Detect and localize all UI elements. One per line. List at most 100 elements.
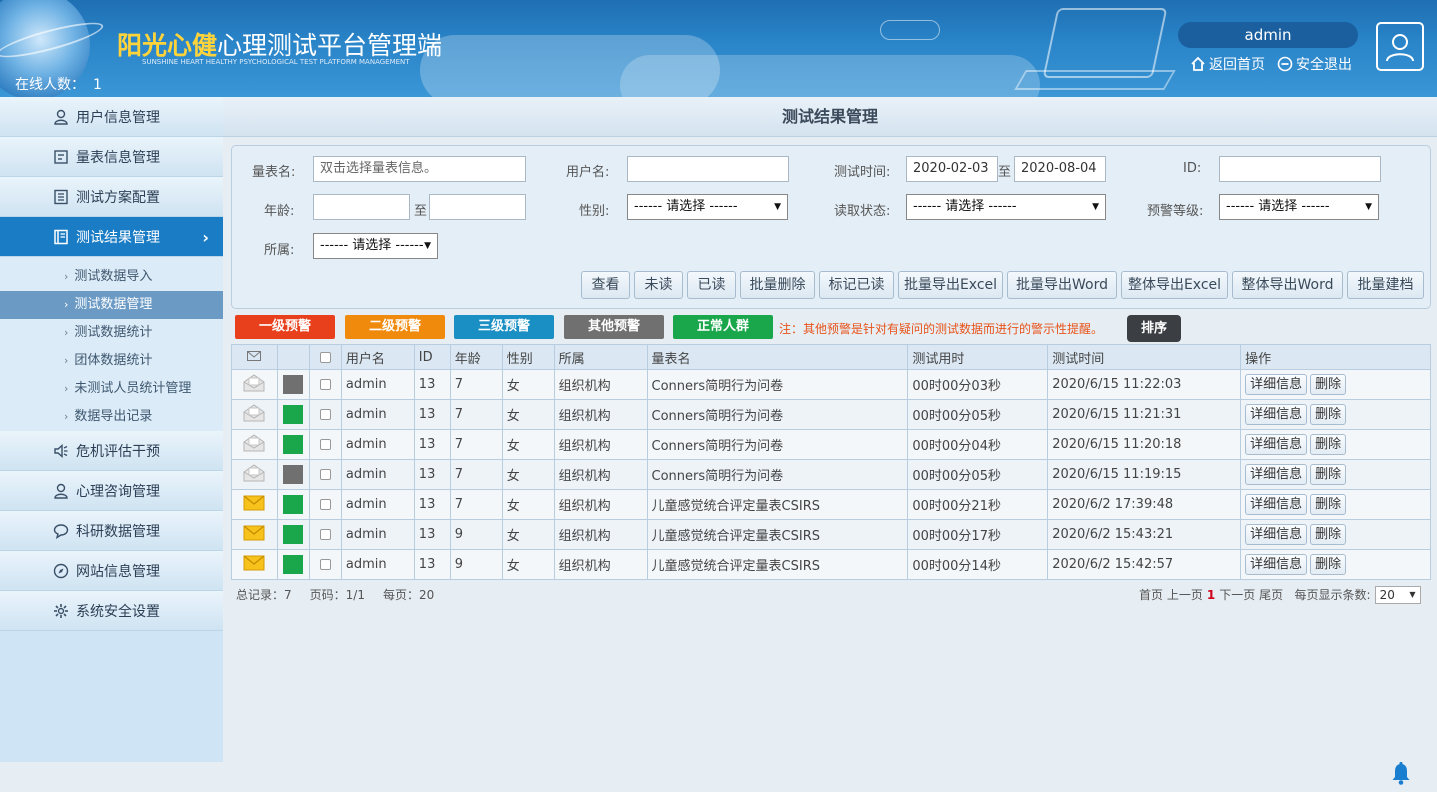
delete-button[interactable]: 删除 [1310,554,1347,575]
table-row[interactable]: admin 13 7 女组织机构 Conners简明行为问卷 00时00分05秒 2020/… [231,459,1431,490]
bell-icon[interactable] [1390,762,1412,786]
page-size-select[interactable]: 20 [1374,586,1421,604]
sidebar-item-test-results[interactable]: 测试结果管理 › [0,217,223,257]
row-checkbox[interactable] [319,379,331,390]
batch-archive-button[interactable]: 批量建档 [1347,271,1424,299]
warning-level-select[interactable]: ------ 请选择 ------ [1219,194,1379,220]
tag-normal[interactable]: 正常人群 [673,315,773,339]
read-button[interactable]: 已读 [687,271,736,299]
select-all-checkbox[interactable] [319,351,331,363]
checkbox-cell[interactable] [308,489,342,520]
delete-button[interactable]: 删除 [1310,374,1347,395]
checkbox-cell[interactable] [308,369,342,400]
all-export-word-button[interactable]: 整体导出Word [1232,271,1343,299]
date-to-input[interactable]: 2020-08-04 [1014,156,1106,182]
mark-read-button[interactable]: 标记已读 [819,271,894,299]
delete-button[interactable]: 删除 [1310,464,1347,485]
sidebar-item-user-info[interactable]: 用户信息管理 [0,97,223,137]
detail-button[interactable]: 详细信息 [1245,494,1308,515]
row-checkbox[interactable] [319,409,331,420]
delete-button[interactable]: 删除 [1310,524,1347,545]
tag-level3-warning[interactable]: 三级预警 [454,315,554,339]
sidebar-item-website[interactable]: 网站信息管理 [0,551,223,591]
delete-button[interactable]: 删除 [1310,404,1347,425]
row-checkbox[interactable] [319,469,331,480]
compass-icon [52,562,70,580]
date-from-input[interactable]: 2020-02-03 [906,156,998,182]
age-to-input[interactable] [429,194,526,220]
detail-button[interactable]: 详细信息 [1245,374,1308,395]
detail-button[interactable]: 详细信息 [1245,464,1308,485]
submenu-item-export-log[interactable]: › 数据导出记录 [0,403,223,431]
gender-select[interactable]: ------ 请选择 ------ [627,194,788,220]
checkbox-cell[interactable] [308,429,342,460]
prev-page-link[interactable]: 上一页 [1167,588,1203,602]
submenu-item-data-manage[interactable]: › 测试数据管理 [0,291,223,319]
checkbox-cell[interactable] [308,399,342,430]
table-row[interactable]: admin 13 7 女组织机构 Conners简明行为问卷 00时00分03秒 2020/… [231,369,1431,400]
checkbox-cell[interactable] [308,459,342,490]
checkbox-cell[interactable] [308,519,342,550]
sidebar: 用户信息管理 量表信息管理 测试方案配置 测试结果管理 › › 测试数据导入 › 测… [0,97,223,762]
sidebar-item-security[interactable]: 系统安全设置 [0,591,223,631]
org-select[interactable]: ------ 请选择 ------ [313,233,438,259]
first-page-link[interactable]: 首页 [1139,588,1163,602]
checkbox-cell[interactable] [308,549,342,580]
per-page: 每页：20 [382,588,435,602]
table-row[interactable]: admin 13 9 女组织机构 儿童感觉统合评定量表CSIRS 00时00分17秒 202… [231,519,1431,550]
id-input[interactable] [1219,156,1381,182]
online-label: 在线人数： [15,77,85,93]
sidebar-item-test-plan[interactable]: 测试方案配置 [0,177,223,217]
scale-input[interactable]: 双击选择量表信息。 [313,156,526,182]
detail-button[interactable]: 详细信息 [1245,554,1308,575]
row-checkbox[interactable] [319,439,331,450]
read-status-select[interactable]: ------ 请选择 ------ [906,194,1106,220]
tag-level2-warning[interactable]: 二级预警 [345,315,445,339]
header-select-all[interactable] [308,344,342,370]
last-page-link[interactable]: 尾页 [1259,588,1283,602]
delete-button[interactable]: 删除 [1310,494,1347,515]
user-icon [52,482,70,500]
sidebar-item-research[interactable]: 科研数据管理 [0,511,223,551]
submenu-item-group-stats[interactable]: › 团体数据统计 [0,347,223,375]
batch-export-word-button[interactable]: 批量导出Word [1007,271,1117,299]
batch-export-excel-button[interactable]: 批量导出Excel [898,271,1003,299]
row-checkbox[interactable] [319,529,331,540]
sidebar-item-counseling[interactable]: 心理咨询管理 [0,471,223,511]
submenu-item-data-import[interactable]: › 测试数据导入 [0,263,223,291]
submenu-item-data-stats[interactable]: › 测试数据统计 [0,319,223,347]
table-row[interactable]: admin 13 7 女组织机构 儿童感觉统合评定量表CSIRS 00时00分21秒 202… [231,489,1431,520]
tag-level1-warning[interactable]: 一级预警 [235,315,335,339]
row-checkbox[interactable] [319,559,331,570]
batch-delete-button[interactable]: 批量删除 [740,271,815,299]
cloud-decoration [620,55,1040,97]
unread-button[interactable]: 未读 [634,271,683,299]
table-row[interactable]: admin 13 9 女组织机构 儿童感觉统合评定量表CSIRS 00时00分14秒 202… [231,549,1431,580]
delete-button[interactable]: 删除 [1310,434,1347,455]
next-page-link[interactable]: 下一页 [1219,588,1255,602]
home-link[interactable]: 返回首页 [1190,54,1265,74]
user-avatar-button[interactable] [1376,22,1424,71]
detail-button[interactable]: 详细信息 [1245,404,1308,425]
age-from-input[interactable] [313,194,410,220]
detail-button[interactable]: 详细信息 [1245,524,1308,545]
sidebar-item-crisis[interactable]: 危机评估干预 [0,431,223,471]
status-square [283,525,304,544]
minus-circle-icon [1277,56,1293,72]
cell-time: 2020/6/15 11:19:15 [1047,459,1242,490]
table-row[interactable]: admin 13 7 女组织机构 Conners简明行为问卷 00时00分05秒 2020/… [231,399,1431,430]
detail-button[interactable]: 详细信息 [1245,434,1308,455]
username-input[interactable] [627,156,789,182]
column-header: ID [413,344,451,370]
tag-other-warning[interactable]: 其他预警 [564,315,664,339]
sort-button[interactable]: 排序 [1127,315,1181,342]
logout-link[interactable]: 安全退出 [1277,54,1352,74]
table-row[interactable]: admin 13 7 女组织机构 Conners简明行为问卷 00时00分04秒 2020/… [231,429,1431,460]
submenu-item-untested-stats[interactable]: › 未测试人员统计管理 [0,375,223,403]
sidebar-item-scale-info[interactable]: 量表信息管理 [0,137,223,177]
view-button[interactable]: 查看 [581,271,630,299]
row-checkbox[interactable] [319,499,331,510]
current-page[interactable]: 1 [1207,588,1215,602]
all-export-excel-button[interactable]: 整体导出Excel [1121,271,1228,299]
cell-username: admin [340,429,415,460]
